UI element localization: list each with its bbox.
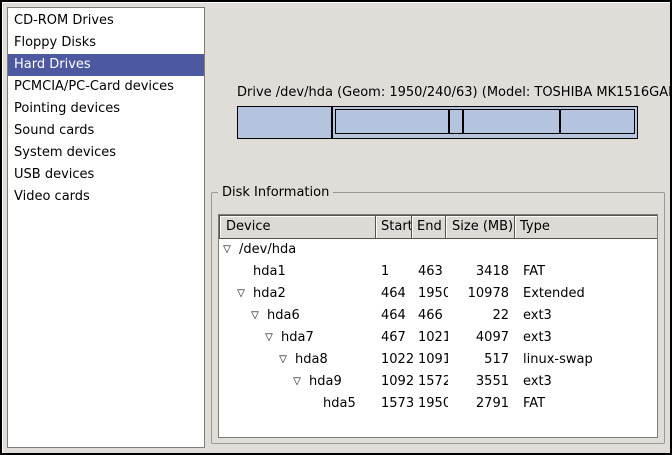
device-name: hda7 [281, 330, 314, 345]
device-cell: hda1 [219, 261, 376, 283]
start-cell: 1573 [376, 393, 413, 415]
sidebar-item-cd-rom-drives[interactable]: CD-ROM Drives [8, 10, 204, 32]
tree-row-hda8[interactable]: ▽ hda8 10221091517linux-swap [219, 349, 657, 371]
drive-partition-bar [237, 106, 638, 139]
column-header-end[interactable]: End [411, 215, 446, 239]
end-cell: 1950 [413, 283, 448, 305]
end-cell: 1091 [413, 349, 448, 371]
end-cell: 466 [413, 305, 448, 327]
drive-title: Drive /dev/hda (Geom: 1950/240/63) (Mode… [237, 85, 657, 100]
logical-partition-divider [448, 110, 450, 133]
tree-row-hda9[interactable]: ▽ hda9 109215723551ext3 [219, 371, 657, 393]
hardware-browser-window: CD-ROM DrivesFloppy DisksHard DrivesPCMC… [0, 0, 672, 455]
expander-icon[interactable]: ▽ [291, 371, 303, 393]
sidebar-item-video-cards[interactable]: Video cards [8, 186, 204, 208]
device-name: hda1 [253, 264, 286, 279]
device-name: hda5 [323, 396, 356, 411]
column-header-device[interactable]: Device [219, 215, 376, 239]
sidebar-item-floppy-disks[interactable]: Floppy Disks [8, 32, 204, 54]
tree-row-hda1[interactable]: hda1 14633418FAT [219, 261, 657, 283]
device-category-list: CD-ROM DrivesFloppy DisksHard DrivesPCMC… [7, 7, 205, 448]
tree-row-hda5[interactable]: hda5 157319502791FAT [219, 393, 657, 415]
partition-segment-extended [335, 109, 635, 134]
device-name: hda9 [309, 374, 342, 389]
end-cell: 463 [413, 261, 448, 283]
end-cell: 1950 [413, 393, 448, 415]
type-cell: FAT [518, 261, 657, 283]
size-cell: 22 [448, 305, 518, 327]
sidebar-item-system-devices[interactable]: System devices [8, 142, 204, 164]
column-header-start[interactable]: Start [375, 215, 412, 239]
tree-row-hda6[interactable]: ▽ hda6 46446622ext3 [219, 305, 657, 327]
disk-information-legend: Disk Information [218, 184, 333, 201]
device-cell: ▽ /dev/hda [219, 239, 376, 261]
type-cell: linux-swap [518, 349, 657, 371]
end-cell [413, 239, 448, 261]
type-cell: Extended [518, 283, 657, 305]
size-cell: 2791 [448, 393, 518, 415]
size-cell: 3551 [448, 371, 518, 393]
tree-row-hda7[interactable]: ▽ hda7 46710214097ext3 [219, 327, 657, 349]
size-cell: 517 [448, 349, 518, 371]
type-cell: ext3 [518, 305, 657, 327]
table-header-row: DeviceStartEndSize (MB)Type [219, 215, 657, 239]
device-name: hda8 [295, 352, 328, 367]
size-cell: 3418 [448, 261, 518, 283]
expander-icon[interactable]: ▽ [221, 239, 233, 261]
table-body: ▽/dev/hdahda114633418FAT▽hda246419501097… [219, 239, 657, 415]
column-header-size-mb-[interactable]: Size (MB) [445, 215, 515, 239]
device-cell: ▽ hda9 [219, 371, 376, 393]
type-cell: FAT [518, 393, 657, 415]
disk-information-groupbox: Disk Information DeviceStartEndSize (MB)… [211, 192, 665, 444]
partition-segment-hda1 [238, 107, 333, 138]
device-cell: hda5 [219, 393, 376, 415]
tree-row-devhda[interactable]: ▽ /dev/hda [219, 239, 657, 261]
device-cell: ▽ hda7 [219, 327, 376, 349]
type-cell: ext3 [518, 327, 657, 349]
device-cell: ▽ hda2 [219, 283, 376, 305]
expander-icon[interactable]: ▽ [263, 327, 275, 349]
start-cell [376, 239, 413, 261]
device-name: hda6 [267, 308, 300, 323]
tree-row-hda2[interactable]: ▽ hda2 464195010978Extended [219, 283, 657, 305]
sidebar-item-pcmcia-pc-card-devices[interactable]: PCMCIA/PC-Card devices [8, 76, 204, 98]
start-cell: 1 [376, 261, 413, 283]
start-cell: 1092 [376, 371, 413, 393]
start-cell: 464 [376, 305, 413, 327]
size-cell: 4097 [448, 327, 518, 349]
expander-icon[interactable]: ▽ [235, 283, 247, 305]
sidebar-item-hard-drives[interactable]: Hard Drives [8, 54, 204, 76]
logical-partition-divider [559, 110, 561, 133]
logical-partition-divider [462, 110, 464, 133]
end-cell: 1572 [413, 371, 448, 393]
sidebar-item-usb-devices[interactable]: USB devices [8, 164, 204, 186]
size-cell [448, 239, 518, 261]
size-cell: 10978 [448, 283, 518, 305]
start-cell: 464 [376, 283, 413, 305]
expander-icon[interactable]: ▽ [277, 349, 289, 371]
column-header-type[interactable]: Type [514, 215, 658, 239]
start-cell: 467 [376, 327, 413, 349]
type-cell: ext3 [518, 371, 657, 393]
device-name: hda2 [253, 286, 286, 301]
device-cell: ▽ hda8 [219, 349, 376, 371]
expander-icon[interactable]: ▽ [249, 305, 261, 327]
start-cell: 1022 [376, 349, 413, 371]
sidebar-item-sound-cards[interactable]: Sound cards [8, 120, 204, 142]
device-name: /dev/hda [239, 242, 296, 257]
disk-information-table: DeviceStartEndSize (MB)Type ▽ /dev/hda hda… [218, 214, 658, 438]
sidebar-item-pointing-devices[interactable]: Pointing devices [8, 98, 204, 120]
type-cell [518, 239, 657, 261]
device-cell: ▽ hda6 [219, 305, 376, 327]
end-cell: 1021 [413, 327, 448, 349]
